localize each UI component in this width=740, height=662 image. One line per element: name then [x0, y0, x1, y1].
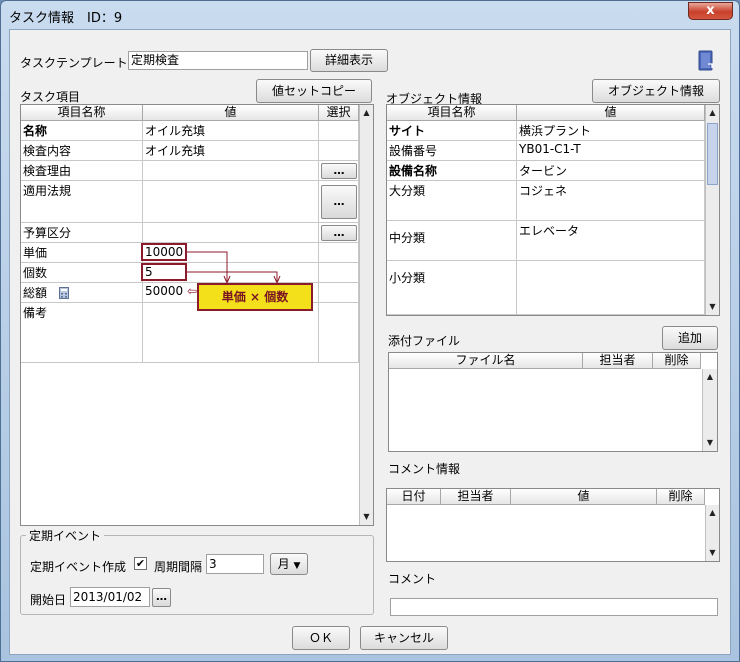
object-row-value: タービン — [517, 161, 705, 181]
periodic-event-legend: 定期イベント — [26, 527, 105, 544]
scroll-up-icon[interactable]: ▲ — [703, 370, 717, 384]
comments-section-label: コメント情報 — [388, 462, 461, 476]
scroll-up-icon[interactable]: ▲ — [360, 106, 373, 120]
dropdown-arrow-icon: ▼ — [293, 561, 301, 571]
object-row-name: 小分類 — [387, 261, 517, 315]
start-date-input[interactable]: 2013/01/02 — [70, 587, 150, 607]
task-info-window: タスク情報 ID：9 x タスクテンプレート 定期検査 詳細表示 タスク項目 値… — [0, 0, 740, 662]
task-table-scrollbar[interactable]: ▲ ▼ — [359, 105, 373, 525]
attachments-label: 添付ファイル — [388, 334, 461, 348]
formula-tooltip: 単価 × 個数 — [197, 283, 313, 311]
task-section-label: タスク項目 — [20, 90, 81, 104]
scroll-down-icon[interactable]: ▼ — [706, 300, 719, 314]
attachments-scrollbar[interactable]: ▲ ▼ — [702, 369, 717, 451]
comment-header-delete: 削除 — [657, 489, 705, 505]
dialog-body: タスクテンプレート 定期検査 詳細表示 タスク項目 値セットコピー 項目名称 値… — [9, 29, 731, 655]
window-title: タスク情報 ID：9 — [9, 11, 123, 26]
scroll-down-icon[interactable]: ▼ — [703, 436, 717, 450]
object-row-name: 設備番号 — [387, 141, 517, 161]
object-row-name: 設備名称 — [387, 161, 517, 181]
detail-button[interactable]: 詳細表示 — [310, 49, 388, 72]
interval-input[interactable]: 3 — [206, 554, 264, 574]
object-row-value: 横浜プラント — [517, 121, 705, 141]
interval-unit-value: 月 — [277, 557, 290, 571]
start-date-label: 開始日 — [30, 593, 67, 607]
task-items-table: 項目名称 値 選択 名称 オイル充填 検査内容 オイル充填 検査理由 … 適用法… — [20, 104, 374, 526]
comment-header-date: 日付 — [387, 489, 441, 505]
object-row-name: 大分類 — [387, 181, 517, 221]
interval-label: 周期間隔 — [154, 560, 203, 574]
date-picker-button[interactable]: … — [152, 588, 171, 607]
close-button[interactable]: x — [688, 2, 733, 20]
object-row-value — [517, 261, 705, 315]
create-event-label: 定期イベント作成 — [30, 560, 127, 574]
attachments-table: ファイル名 担当者 削除 ▲ ▼ — [388, 352, 718, 452]
ok-button[interactable]: ＯＫ — [292, 626, 350, 650]
object-info-button[interactable]: オブジェクト情報 — [592, 79, 720, 103]
add-attachment-button[interactable]: 追加 — [662, 326, 718, 350]
scroll-up-icon[interactable]: ▲ — [706, 106, 719, 120]
comment-header-value: 値 — [511, 489, 657, 505]
object-row-name: サイト — [387, 121, 517, 141]
document-icon[interactable] — [697, 50, 715, 72]
scroll-down-icon[interactable]: ▼ — [706, 546, 719, 560]
title-bar: タスク情報 ID：9 x — [1, 1, 739, 29]
cancel-button[interactable]: キャンセル — [360, 626, 448, 650]
comment-header-owner: 担当者 — [441, 489, 511, 505]
comment-input[interactable] — [390, 598, 718, 616]
object-row-value: エレベータ — [517, 221, 705, 261]
object-info-table: 項目名称 値 サイト 横浜プラント 設備番号 YB01-C1-T 設備名称 ター… — [386, 104, 720, 316]
comment-label: コメント — [388, 572, 437, 586]
scroll-thumb[interactable] — [707, 123, 718, 185]
template-label: タスクテンプレート — [20, 56, 128, 70]
object-row-value: YB01-C1-T — [517, 141, 705, 161]
object-row-value: コジェネ — [517, 181, 705, 221]
attach-header-delete: 削除 — [653, 353, 701, 369]
scroll-down-icon[interactable]: ▼ — [360, 510, 373, 524]
object-header-name: 項目名称 — [387, 105, 517, 121]
create-event-checkbox[interactable]: ✔ — [134, 557, 147, 570]
attach-header-owner: 担当者 — [583, 353, 653, 369]
comments-scrollbar[interactable]: ▲ ▼ — [705, 505, 719, 561]
comments-table: 日付 担当者 値 削除 ▲ ▼ — [386, 488, 720, 562]
scroll-up-icon[interactable]: ▲ — [706, 506, 719, 520]
object-header-value: 値 — [517, 105, 705, 121]
attach-header-filename: ファイル名 — [389, 353, 583, 369]
interval-unit-select[interactable]: 月 ▼ — [270, 553, 308, 575]
object-table-scrollbar[interactable]: ▲ ▼ — [705, 105, 719, 315]
template-field[interactable]: 定期検査 — [128, 51, 308, 70]
object-row-name: 中分類 — [387, 221, 517, 261]
value-set-copy-button[interactable]: 値セットコピー — [256, 79, 372, 103]
